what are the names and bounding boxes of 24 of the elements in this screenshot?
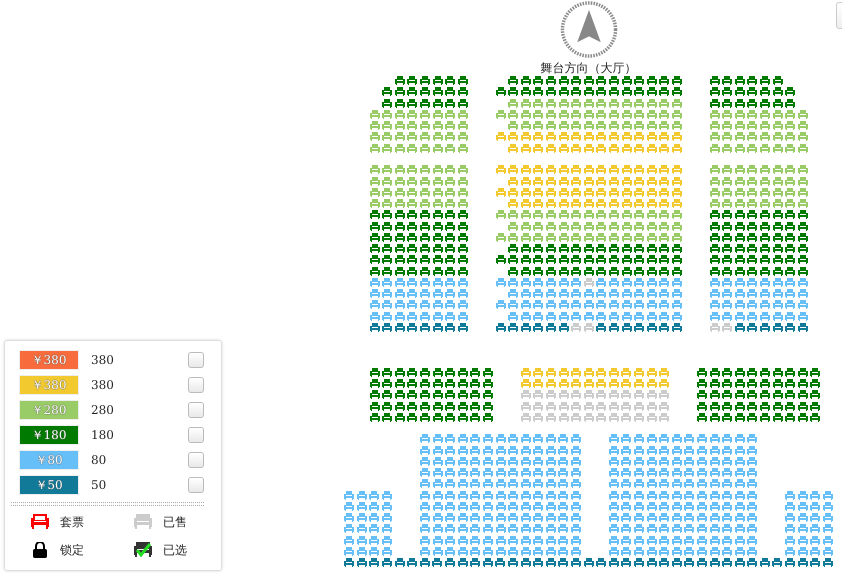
price-checkbox[interactable]	[188, 352, 204, 368]
price-swatch: ￥380	[19, 350, 79, 370]
price-swatch: ￥280	[19, 400, 79, 420]
status-label: 已售	[163, 514, 187, 531]
price-checkbox[interactable]	[188, 476, 204, 492]
price-swatch: ￥180	[19, 424, 79, 444]
price-text: 380	[91, 352, 114, 368]
price-checkbox[interactable]	[188, 452, 204, 468]
price-swatch: ￥380	[19, 374, 79, 394]
price-text: 180	[91, 426, 114, 444]
status-label: 锁定	[60, 542, 84, 559]
compass-icon	[558, 0, 618, 59]
price-checkbox[interactable]	[188, 426, 204, 442]
price-checkbox[interactable]	[188, 376, 204, 392]
price-text: 280	[91, 402, 114, 418]
price-text: 50	[91, 476, 106, 494]
price-swatch: ￥80	[19, 450, 79, 470]
status-label: 已选	[163, 542, 187, 559]
status-label: 套票	[60, 514, 84, 531]
price-text: 80	[91, 452, 106, 468]
price-text: 380	[91, 376, 114, 394]
stage-label: 舞台方向（大厅）	[540, 61, 636, 75]
price-swatch: ￥50	[19, 474, 79, 494]
price-checkbox[interactable]	[188, 402, 204, 418]
